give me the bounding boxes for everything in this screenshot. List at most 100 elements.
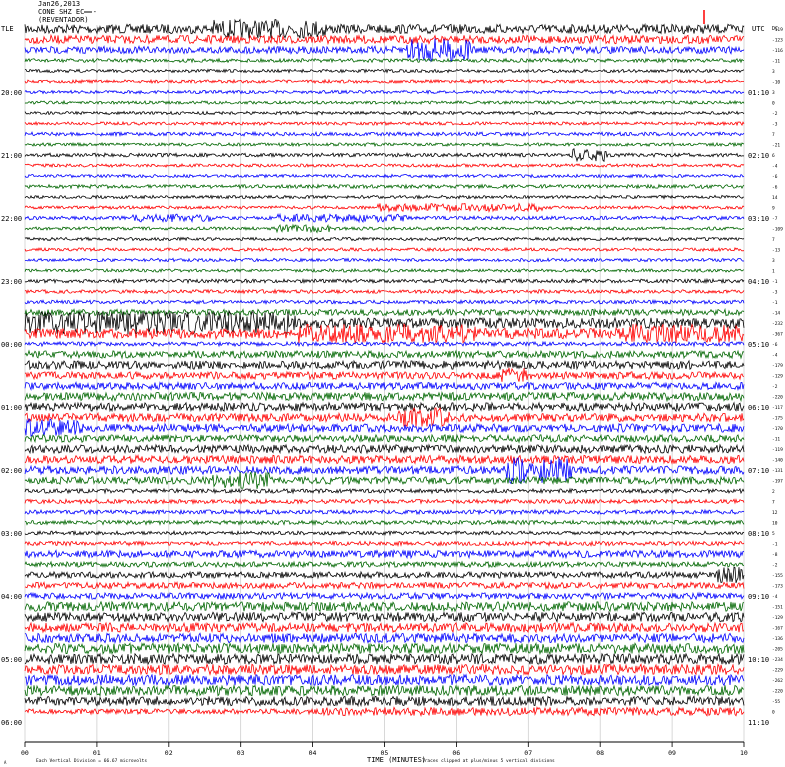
row-offset-label: 0	[772, 101, 775, 107]
right-hour-labels: 01:10 02:10 03:10 04:10 05:10 06:10 07:10 08:10…	[748, 89, 769, 727]
x-tick-label: 08	[596, 749, 604, 757]
right-timezone-label: UTC	[752, 25, 765, 33]
footer-clip-note: Traces clipped at plus/minus 5 vertical …	[422, 758, 555, 764]
row-offset-label: -8	[772, 552, 778, 558]
trace-row	[24, 173, 745, 179]
row-offset-label: -119	[772, 447, 783, 453]
row-offset-label: -10	[772, 80, 780, 86]
row-offset-label: 7	[772, 237, 775, 243]
right-hour-label: 02:10	[748, 152, 769, 160]
row-offset-label: -229	[772, 668, 783, 674]
row-offset-label: -129	[772, 615, 783, 621]
x-tick-label: 06	[452, 749, 460, 757]
right-hour-label: 10:10	[748, 656, 769, 664]
row-offset-label: -131	[772, 468, 783, 474]
row-offset-label: -13	[772, 248, 780, 254]
row-offset-label: -220	[772, 689, 783, 695]
left-hour-label: 00:00	[1, 341, 22, 349]
row-offset-label: -7	[772, 216, 778, 222]
row-offset-label: -55	[772, 699, 780, 705]
left-hour-label: 02:00	[1, 467, 22, 475]
row-offset-label: -129	[772, 374, 783, 380]
row-offset-label: 3	[772, 258, 775, 264]
row-offset-label: -2	[772, 111, 778, 117]
left-hour-label: 22:00	[1, 215, 22, 223]
footer-scale-note: Each Vertical Division = 66.67 microvolt…	[36, 758, 147, 764]
left-hour-label: 23:00	[1, 278, 22, 286]
row-offset-label: -6	[772, 342, 778, 348]
row-offset-label: -140	[772, 458, 783, 464]
row-offset-label: -4	[772, 353, 778, 359]
row-offset-label: -151	[772, 605, 783, 611]
header-date: Jan26,2013	[38, 0, 80, 8]
x-axis-tick-labels: 00 01 02 03 04 05 06 07 08 09 10	[21, 742, 748, 757]
row-offset-label: -117	[772, 405, 783, 411]
row-offset-label: 7	[772, 132, 775, 138]
right-hour-label: 03:10	[748, 215, 769, 223]
x-tick-label: 09	[668, 749, 676, 757]
right-hour-label: 01:10	[748, 89, 769, 97]
row-offset-label: -109	[772, 227, 783, 233]
x-tick-label: 07	[524, 749, 532, 757]
row-offset-label: -232	[772, 321, 783, 327]
left-hour-label: 06:00	[1, 719, 22, 727]
row-offset-label: -123	[772, 38, 783, 44]
row-offset-label: -4	[772, 594, 778, 600]
row-offset-labels: -119-123-116-113-1030-2-37-216-4-6-6149-…	[772, 27, 783, 716]
row-offset-label: -175	[772, 416, 783, 422]
row-offset-label: -155	[772, 573, 783, 579]
x-tick-label: 02	[165, 749, 173, 757]
row-offset-label: 2	[772, 489, 775, 495]
row-offset-label: -11	[772, 437, 780, 443]
right-hour-label: 05:10	[748, 341, 769, 349]
trace-row	[24, 381, 745, 392]
row-offset-label: -21	[772, 143, 780, 149]
x-tick-label: 10	[740, 749, 748, 757]
left-hour-label: 21:00	[1, 152, 22, 160]
row-offset-label: 5	[772, 531, 775, 537]
row-offset-label: -234	[772, 657, 783, 663]
row-offset-label: -1	[772, 279, 778, 285]
row-offset-label: 14	[772, 195, 778, 201]
row-offset-label: -4	[772, 164, 778, 170]
right-hour-label: 08:10	[748, 530, 769, 538]
row-offset-label: 0	[772, 710, 775, 716]
row-offset-label: 12	[772, 510, 778, 516]
row-offset-label: -136	[772, 636, 783, 642]
row-offset-label: -116	[772, 48, 783, 54]
row-offset-label: -170	[772, 426, 783, 432]
right-hour-label: 07:10	[748, 467, 769, 475]
row-offset-label: -6	[772, 174, 778, 180]
row-offset-label: -197	[772, 479, 783, 485]
right-hour-label: 09:10	[748, 593, 769, 601]
row-offset-label: -2	[772, 384, 778, 390]
header-location: (REVENTADOR)	[38, 16, 89, 24]
row-offset-label: 3	[772, 90, 775, 96]
row-offset-label: -1	[772, 542, 778, 548]
row-offset-label: -205	[772, 647, 783, 653]
row-offset-label: -367	[772, 332, 783, 338]
row-offset-label: -3	[772, 290, 778, 296]
footer-small-mark: A	[4, 760, 7, 765]
row-offset-label: -14	[772, 311, 780, 317]
row-offset-label: -6	[772, 185, 778, 191]
row-offset-label: -262	[772, 678, 783, 684]
row-offset-label: -119	[772, 27, 783, 33]
row-offset-label: -167	[772, 626, 783, 632]
row-offset-label: 10	[772, 521, 778, 527]
row-offset-label: -1	[772, 300, 778, 306]
row-offset-label: 3	[772, 69, 775, 75]
row-offset-label: -179	[772, 363, 783, 369]
left-timezone-label: TLE	[1, 25, 14, 33]
row-offset-label: 9	[772, 206, 775, 212]
row-offset-label: 7	[772, 500, 775, 506]
left-hour-label: 20:00	[1, 89, 22, 97]
x-tick-label: 00	[21, 749, 29, 757]
left-hour-label: 03:00	[1, 530, 22, 538]
row-offset-label: -220	[772, 395, 783, 401]
row-offset-label: -2	[772, 563, 778, 569]
row-offset-label: -11	[772, 59, 780, 65]
helicorder-plot: Jan26,2013 CONE SHZ EC -- (REVENTADOR) T…	[1, 0, 783, 765]
right-hour-label: 11:10	[748, 719, 769, 727]
right-hour-label: 04:10	[748, 278, 769, 286]
